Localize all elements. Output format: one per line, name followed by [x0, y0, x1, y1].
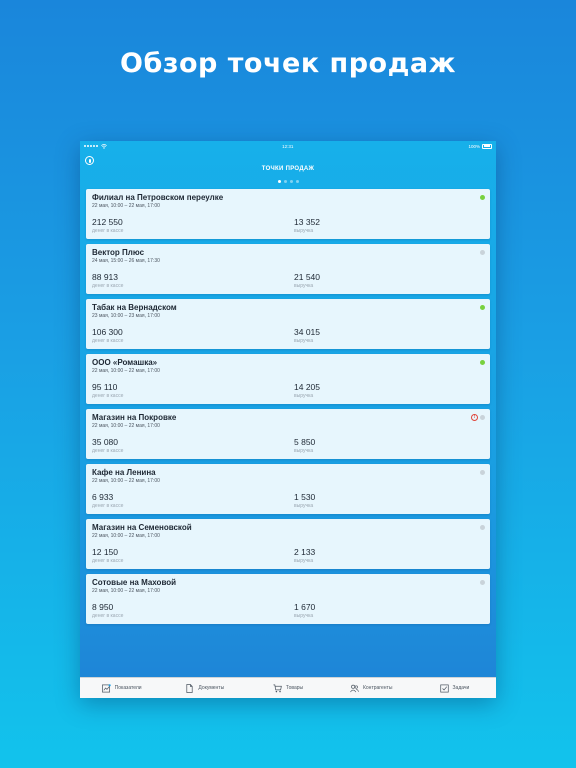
tab-label: Задачи — [452, 685, 470, 691]
revenue-label: выручка — [294, 503, 314, 509]
cash-amount: 95 110 — [92, 382, 118, 392]
point-period: 24 мая, 15:00 – 26 мая, 17:30 — [92, 258, 160, 264]
revenue-label: выручка — [294, 393, 314, 399]
tab-indicators[interactable]: Показатели — [80, 678, 163, 698]
tab-label: Показатели — [114, 685, 142, 691]
page-dot[interactable] — [295, 180, 299, 183]
revenue-amount: 5 850 — [294, 437, 316, 447]
point-period: 23 мая, 10:00 – 23 мая, 17:00 — [92, 313, 160, 319]
cash-amount: 212 550 — [92, 217, 123, 227]
cash-label: денег в кассе — [92, 283, 124, 289]
cash-label: денег в кассе — [92, 613, 124, 619]
revenue-amount: 14 205 — [294, 382, 320, 392]
point-name: Магазин на Семеновской — [92, 523, 192, 532]
tab-label: Товары — [285, 685, 304, 691]
status-offline-icon — [480, 525, 485, 530]
tab-label: Документы — [198, 685, 225, 691]
revenue-amount: 2 133 — [294, 547, 316, 557]
cash-label: денег в кассе — [92, 558, 124, 564]
status-time: 12:31 — [282, 143, 294, 149]
cash-label: денег в кассе — [92, 228, 124, 234]
tab-bar: Показатели Документы Товары Контрагенты … — [80, 677, 496, 698]
cash-amount: 12 150 — [92, 547, 118, 557]
status-online-icon — [480, 360, 485, 365]
cash-amount: 6 933 — [92, 492, 114, 502]
point-name: Табак на Вернадском — [92, 303, 177, 312]
point-name: Магазин на Покровке — [92, 413, 177, 422]
people-icon — [350, 684, 359, 692]
page-dot[interactable] — [289, 180, 293, 183]
revenue-label: выручка — [294, 338, 314, 344]
cash-label: денег в кассе — [92, 393, 124, 399]
status-bar: 12:31 100% — [80, 141, 496, 151]
sales-points-list: Филиал на Петровском переулке 22 мая, 10:… — [86, 189, 490, 629]
point-name: Филиал на Петровском переулке — [92, 193, 224, 202]
document-icon — [186, 683, 193, 693]
revenue-amount: 13 352 — [294, 217, 320, 227]
point-name: ООО «Ромашка» — [92, 358, 158, 367]
status-offline-icon — [480, 415, 485, 420]
sales-point-card[interactable]: Магазин на Семеновской 22 мая, 10:00 – 22… — [86, 519, 490, 569]
revenue-label: выручка — [294, 558, 314, 564]
sales-point-card[interactable]: Филиал на Петровском переулке 22 мая, 10:… — [86, 189, 490, 239]
cash-label: денег в кассе — [92, 338, 124, 344]
point-period: 22 мая, 10:00 – 22 мая, 17:00 — [92, 478, 160, 484]
sales-point-card[interactable]: Кафе на Ленина 22 мая, 10:00 – 22 мая, 17… — [86, 464, 490, 514]
revenue-label: выручка — [294, 613, 314, 619]
revenue-amount: 34 015 — [294, 327, 320, 337]
revenue-label: выручка — [294, 228, 314, 234]
tab-documents[interactable]: Документы — [163, 678, 246, 698]
sales-point-card[interactable]: ООО «Ромашка» 22 мая, 10:00 – 22 мая, 17:… — [86, 354, 490, 404]
revenue-amount: 1 670 — [294, 602, 316, 612]
cash-amount: 35 080 — [92, 437, 118, 447]
status-offline-icon — [480, 250, 485, 255]
tab-goods[interactable]: Товары — [246, 678, 329, 698]
sales-point-card[interactable]: Табак на Вернадском 23 мая, 10:00 – 23 ма… — [86, 299, 490, 349]
status-online-icon — [480, 305, 485, 310]
cart-icon — [273, 684, 282, 692]
nav-bar: ТОЧКИ ПРОДАЖ — [80, 151, 496, 183]
tab-contractors[interactable]: Контрагенты — [330, 678, 413, 698]
point-name: Кафе на Ленина — [92, 468, 156, 477]
point-period: 22 мая, 10:00 – 22 мая, 17:00 — [92, 533, 160, 539]
point-period: 22 мая, 10:00 – 22 мая, 17:00 — [92, 423, 160, 429]
warning-icon[interactable]: ! — [471, 414, 478, 421]
revenue-label: выручка — [294, 448, 314, 454]
sales-point-card[interactable]: Сотовые на Маховой 22 мая, 10:00 – 22 мая… — [86, 574, 490, 624]
point-period: 22 мая, 10:00 – 22 мая, 17:00 — [92, 368, 160, 374]
point-period: 22 мая, 10:00 – 22 мая, 17:00 — [92, 588, 160, 594]
cash-amount: 106 300 — [92, 327, 123, 337]
page-indicator[interactable] — [80, 180, 496, 183]
wifi-icon — [101, 143, 107, 149]
point-period: 22 мая, 10:00 – 22 мая, 17:00 — [92, 203, 160, 209]
page-dot[interactable] — [277, 180, 281, 183]
battery-icon — [482, 143, 492, 149]
promo-headline: Обзор точек продаж — [120, 48, 456, 79]
cash-amount: 8 950 — [92, 602, 114, 612]
status-offline-icon — [480, 580, 485, 585]
cash-amount: 88 913 — [92, 272, 118, 282]
ipad-screen: 12:31 100% ТОЧКИ ПРОДАЖ Филиал на Петров… — [80, 141, 496, 698]
revenue-label: выручка — [294, 283, 314, 289]
sales-point-card[interactable]: Вектор Плюс 24 мая, 15:00 – 26 мая, 17:30… — [86, 244, 490, 294]
status-offline-icon — [480, 470, 485, 475]
cash-label: денег в кассе — [92, 448, 124, 454]
revenue-amount: 21 540 — [294, 272, 320, 282]
page-dot[interactable] — [283, 180, 287, 183]
tasks-icon — [439, 684, 449, 692]
profile-icon[interactable] — [85, 156, 94, 165]
status-online-icon — [480, 195, 485, 200]
page-title: ТОЧКИ ПРОДАЖ — [261, 166, 315, 172]
point-name: Вектор Плюс — [92, 248, 145, 257]
revenue-amount: 1 530 — [294, 492, 316, 502]
chart-icon — [101, 683, 111, 692]
sales-point-card[interactable]: Магазин на Покровке 22 мая, 10:00 – 22 ма… — [86, 409, 490, 459]
cash-label: денег в кассе — [92, 503, 124, 509]
tab-tasks[interactable]: Задачи — [413, 678, 496, 698]
point-name: Сотовые на Маховой — [92, 578, 177, 587]
signal-icon — [84, 145, 98, 147]
battery-percent: 100% — [468, 143, 480, 149]
tab-label: Контрагенты — [362, 685, 393, 691]
